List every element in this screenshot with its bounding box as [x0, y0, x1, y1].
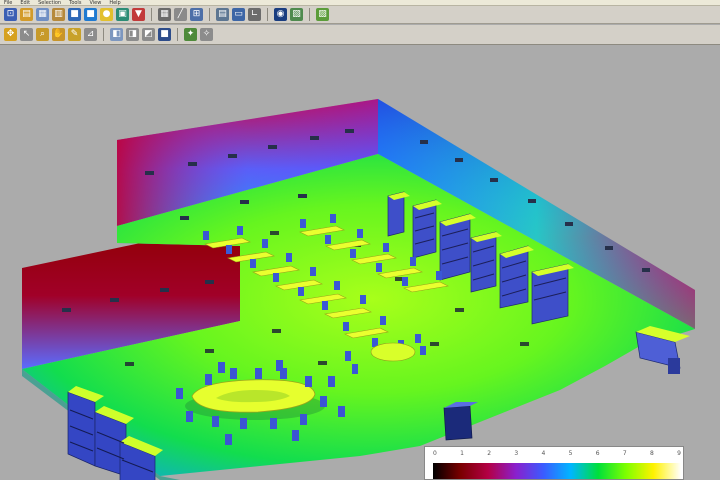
- table-view-button[interactable]: ▤: [216, 8, 229, 21]
- main-toolbar: ⊡ ▤ ▦ ▥ ■ ■ ● ▣ ▼ ▦ ╱ ⊞ ▤ ▭ ∟ ◉ ▧ ▨: [0, 6, 720, 24]
- print-icon: ▥: [54, 9, 63, 19]
- menu-item-selection[interactable]: Selection: [38, 0, 61, 5]
- measure-tool-button[interactable]: ⊿: [84, 28, 97, 41]
- pointer-tool-icon: ↖: [22, 29, 31, 39]
- luminaire-button[interactable]: ▼: [132, 8, 145, 21]
- model-a-icon: ■: [70, 9, 79, 19]
- model-b-icon: ■: [86, 9, 95, 19]
- light-off-icon: ✧: [202, 29, 211, 39]
- menu-item-edit[interactable]: Edit: [20, 0, 30, 5]
- grid-view-button[interactable]: ▦: [158, 8, 171, 21]
- light-bulb-button[interactable]: ●: [100, 8, 113, 21]
- legend-tick-label: 8: [650, 450, 654, 457]
- 3d-viewport[interactable]: [0, 46, 720, 480]
- legend-tick-label: 2: [487, 450, 492, 457]
- open-file-button[interactable]: ▤: [20, 8, 33, 21]
- zoom-tool-icon: ⌕: [39, 29, 46, 39]
- toolbar-separator: [267, 8, 268, 21]
- view-3d-icon: ■: [160, 29, 169, 39]
- legend-ticks: 0 1 2 3 4 5 6 7 8 9: [433, 450, 681, 460]
- measure-button[interactable]: ╱: [174, 8, 187, 21]
- toolbar-separator: [103, 28, 104, 41]
- move-tool-icon: ✥: [6, 29, 15, 39]
- select-tool-button[interactable]: ⊡: [4, 8, 17, 21]
- material-icon: ▣: [118, 9, 127, 19]
- export-image-button[interactable]: ▧: [290, 8, 303, 21]
- export-image-icon: ▧: [292, 9, 301, 19]
- view-3d-button[interactable]: ■: [158, 28, 171, 41]
- view-top-button[interactable]: ◩: [142, 28, 155, 41]
- illuminance-legend: 0 1 2 3 4 5 6 7 8 9: [424, 446, 684, 480]
- legend-color-bar: [433, 463, 681, 479]
- legend-tick-label: 5: [568, 450, 573, 457]
- chart-button[interactable]: ∟: [248, 8, 261, 21]
- chart-icon: ∟: [250, 9, 259, 19]
- table-view-icon: ▤: [218, 9, 227, 19]
- legend-tick-label: 7: [622, 450, 627, 457]
- menu-item-help[interactable]: Help: [109, 0, 120, 5]
- globe-icon: ◉: [276, 9, 285, 19]
- pan-tool-icon: ✋: [52, 29, 65, 39]
- move-tool-button[interactable]: ✥: [4, 28, 17, 41]
- illuminance-render[interactable]: [0, 46, 720, 480]
- save-file-button[interactable]: ▦: [36, 8, 49, 21]
- measure-tool-icon: ⊿: [86, 29, 95, 39]
- save-file-icon: ▦: [38, 9, 47, 19]
- import-image-icon: ▨: [318, 9, 327, 19]
- menu-item-view[interactable]: View: [89, 0, 101, 5]
- toolbar-separator: [177, 28, 178, 41]
- legend-tick-label: 6: [595, 450, 600, 457]
- luminaire-icon: ▼: [135, 9, 142, 19]
- draw-tool-button[interactable]: ✎: [68, 28, 81, 41]
- toolbar-separator: [209, 8, 210, 21]
- light-on-button[interactable]: ✦: [184, 28, 197, 41]
- light-off-button[interactable]: ✧: [200, 28, 213, 41]
- import-image-button[interactable]: ▨: [316, 8, 329, 21]
- legend-tick-label: 1: [460, 450, 464, 457]
- print-button[interactable]: ▥: [52, 8, 65, 21]
- legend-tick-label: 0: [433, 450, 437, 457]
- model-a-button[interactable]: ■: [68, 8, 81, 21]
- monitor-icon: ▭: [234, 9, 243, 19]
- model-b-button[interactable]: ■: [84, 8, 97, 21]
- legend-tick-label: 9: [677, 450, 681, 457]
- material-button[interactable]: ▣: [116, 8, 129, 21]
- menu-item-tools[interactable]: Tools: [69, 0, 81, 5]
- zoom-tool-button[interactable]: ⌕: [36, 28, 49, 41]
- monitor-button[interactable]: ▭: [232, 8, 245, 21]
- globe-button[interactable]: ◉: [274, 8, 287, 21]
- view-front-button[interactable]: ◧: [110, 28, 123, 41]
- pan-tool-button[interactable]: ✋: [52, 28, 65, 41]
- legend-tick-label: 3: [514, 450, 519, 457]
- light-bulb-icon: ●: [102, 9, 111, 19]
- pointer-tool-button[interactable]: ↖: [20, 28, 33, 41]
- view-side-icon: ◨: [128, 29, 137, 39]
- draw-tool-icon: ✎: [70, 29, 79, 39]
- reception-desk: [635, 326, 690, 374]
- select-tool-icon: ⊡: [6, 9, 15, 19]
- view-front-icon: ◧: [112, 29, 121, 39]
- toolbar-separator: [309, 8, 310, 21]
- view-toolbar: ✥ ↖ ⌕ ✋ ✎ ⊿ ◧ ◨ ◩ ■ ✦ ✧: [0, 25, 720, 45]
- grid-view-icon: ▦: [160, 9, 169, 19]
- measure-icon: ╱: [177, 9, 184, 19]
- light-on-icon: ✦: [186, 29, 195, 39]
- legend-tick-label: 4: [541, 450, 546, 457]
- view-side-button[interactable]: ◨: [126, 28, 139, 41]
- render-settings-icon: ⊞: [192, 9, 201, 19]
- toolbar-separator: [151, 8, 152, 21]
- render-settings-button[interactable]: ⊞: [190, 8, 203, 21]
- view-top-icon: ◩: [144, 29, 153, 39]
- open-file-icon: ▤: [22, 9, 31, 19]
- menu-item-file[interactable]: File: [4, 0, 12, 5]
